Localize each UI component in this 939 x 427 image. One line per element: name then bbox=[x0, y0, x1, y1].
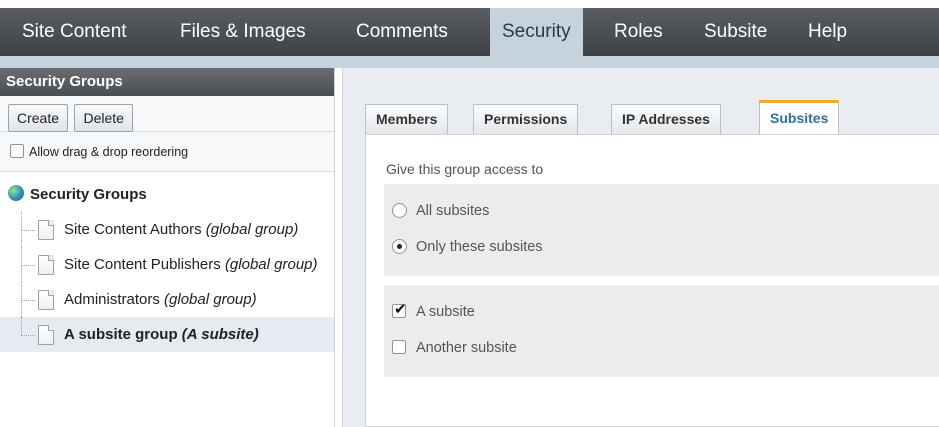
option-all-subsites[interactable]: All subsites bbox=[392, 203, 489, 219]
tree-line bbox=[21, 335, 35, 336]
all-subsites-radio[interactable] bbox=[392, 203, 407, 218]
option-label: Only these subsites bbox=[416, 239, 543, 255]
tree-root[interactable]: Security Groups bbox=[0, 178, 334, 212]
tree-item-note: (global group) bbox=[164, 291, 257, 308]
nav-item-files-images[interactable]: Files & Images bbox=[168, 8, 318, 56]
option-label: All subsites bbox=[416, 203, 490, 219]
tab-ip-addresses[interactable]: IP Addresses bbox=[611, 104, 721, 134]
nav-item-help[interactable]: Help bbox=[796, 8, 859, 56]
top-navigation: Site Content Files & Images Comments Sec… bbox=[0, 0, 939, 68]
document-icon bbox=[38, 290, 54, 310]
tree-line bbox=[21, 230, 35, 231]
tab-permissions[interactable]: Permissions bbox=[473, 104, 579, 134]
only-these-subsites-radio[interactable] bbox=[392, 239, 407, 254]
panel-actions: Create Delete bbox=[0, 96, 334, 132]
subsite-item-a-subsite[interactable]: A subsite bbox=[392, 300, 475, 320]
tree-line bbox=[21, 300, 35, 301]
tree-root-label: Security Groups bbox=[30, 186, 147, 203]
globe-icon bbox=[8, 185, 24, 201]
tree-item-note: (A subsite) bbox=[181, 326, 259, 343]
document-icon bbox=[38, 325, 54, 345]
tree-item-site-content-authors[interactable]: Site Content Authors (global group) bbox=[0, 212, 334, 247]
access-options-box: All subsites Only these subsites bbox=[384, 184, 939, 276]
nav-item-site-content[interactable]: Site Content bbox=[10, 8, 139, 56]
panel-title: Security Groups bbox=[0, 68, 334, 96]
subsite-label: A subsite bbox=[416, 304, 475, 320]
option-only-these-subsites[interactable]: Only these subsites bbox=[392, 239, 543, 255]
security-groups-panel: Security Groups Create Delete Allow drag… bbox=[0, 68, 335, 427]
tree-item-note: (global group) bbox=[224, 256, 318, 273]
nav-item-roles[interactable]: Roles bbox=[602, 8, 675, 56]
subsite-item-another-subsite[interactable]: Another subsite bbox=[392, 340, 517, 356]
tab-members[interactable]: Members bbox=[365, 104, 449, 134]
tree-item-name: Site Content Authors bbox=[64, 221, 202, 238]
tree-item-name: A subsite group bbox=[64, 326, 178, 343]
delete-button[interactable]: Delete bbox=[74, 104, 133, 132]
subsite-list-box: A subsite Another subsite bbox=[384, 285, 939, 377]
document-icon bbox=[38, 220, 54, 240]
tree-item-a-subsite-group[interactable]: A subsite group (A subsite) bbox=[0, 317, 334, 352]
tree-item-name: Administrators bbox=[64, 291, 160, 308]
drag-drop-checkbox[interactable] bbox=[10, 144, 24, 158]
groups-tree: Security Groups Site Content Authors (gl… bbox=[0, 172, 334, 352]
tree-line bbox=[21, 317, 22, 335]
top-navigation-strip bbox=[0, 56, 939, 68]
tree-item-administrators[interactable]: Administrators (global group) bbox=[0, 282, 334, 317]
tab-subsites[interactable]: Subsites bbox=[759, 100, 840, 136]
document-icon bbox=[38, 255, 54, 275]
a-subsite-checkbox[interactable] bbox=[392, 300, 407, 318]
drag-drop-label: Allow drag & drop reordering bbox=[29, 145, 189, 159]
another-subsite-checkbox[interactable] bbox=[392, 340, 406, 354]
nav-item-subsite[interactable]: Subsite bbox=[692, 8, 779, 56]
access-prompt: Give this group access to bbox=[386, 161, 544, 177]
tree-line bbox=[21, 265, 35, 266]
group-detail-panel: Members Permissions IP Addresses Subsite… bbox=[342, 68, 939, 427]
tree-item-site-content-publishers[interactable]: Site Content Publishers (global group) bbox=[0, 247, 334, 282]
drag-drop-row: Allow drag & drop reordering bbox=[0, 132, 334, 172]
subsite-label: Another subsite bbox=[416, 340, 517, 356]
tree-item-note: (global group) bbox=[205, 221, 299, 238]
tree-item-name: Site Content Publishers bbox=[64, 256, 221, 273]
create-button[interactable]: Create bbox=[8, 104, 69, 132]
nav-item-security[interactable]: Security bbox=[490, 8, 583, 68]
subsites-tab-pane: Give this group access to All subsites O… bbox=[365, 134, 939, 427]
nav-item-comments[interactable]: Comments bbox=[344, 8, 460, 56]
